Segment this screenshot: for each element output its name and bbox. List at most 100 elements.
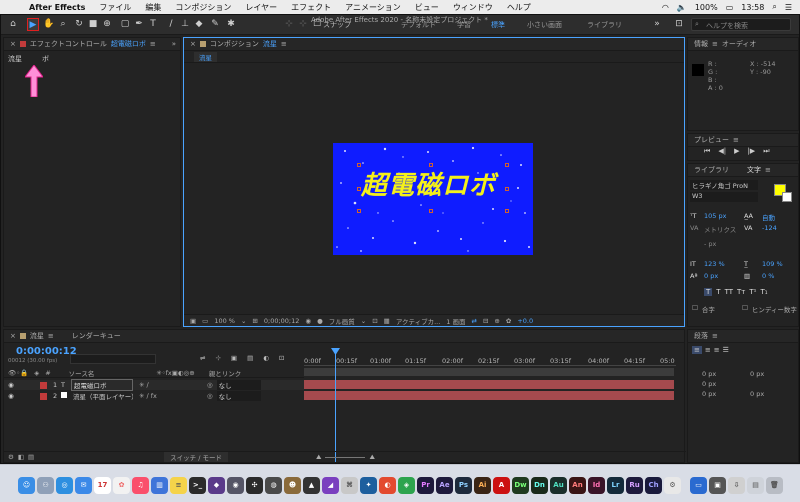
app-icon[interactable]: ▭ — [690, 477, 707, 494]
indent-left-value[interactable]: 0 px — [702, 370, 716, 378]
downloads-icon[interactable]: ⇩ — [728, 477, 745, 494]
camera-tool-icon[interactable]: ■ — [87, 18, 99, 31]
baseline-value[interactable]: 0 px — [704, 272, 718, 280]
visibility-icon[interactable]: ◉ — [4, 381, 18, 389]
parent-pick-whip-icon[interactable]: ◎ — [207, 381, 213, 389]
app-icon[interactable]: ◢ — [322, 477, 339, 494]
parent-dropdown[interactable]: なし — [216, 391, 261, 401]
panel-close-icon[interactable]: × — [10, 40, 16, 48]
app-icon[interactable]: ⌘ — [341, 477, 358, 494]
paragraph-menu-icon[interactable]: ≡ — [712, 332, 718, 340]
layer-switches[interactable]: ✳ ∕ fx — [133, 392, 207, 400]
prev-frame-icon[interactable]: ◀| — [718, 147, 726, 156]
rotate-tool-icon[interactable]: ↻ — [73, 18, 85, 31]
faux-italic-icon[interactable]: T — [716, 288, 720, 296]
calendar-icon[interactable]: 17 — [94, 477, 111, 494]
premiere-icon[interactable]: Pr — [417, 477, 434, 494]
layer-duration-bar[interactable] — [304, 391, 674, 400]
comp-close-icon[interactable]: × — [190, 40, 196, 48]
snapshot-icon[interactable]: ◉ — [305, 317, 311, 325]
exposure-icon[interactable]: ✿ — [506, 317, 511, 325]
app-icon[interactable]: ◈ — [398, 477, 415, 494]
mail-icon[interactable]: ✉ — [75, 477, 92, 494]
clone-stamp-tool-icon[interactable]: ⊥ — [179, 18, 191, 31]
justify-icon[interactable]: ☰ — [723, 346, 729, 354]
sync-settings-icon[interactable]: ⊡ — [673, 18, 685, 31]
panel-overflow-icon[interactable]: » — [172, 40, 180, 48]
puppet-tool-icon[interactable]: ✱ — [225, 18, 237, 31]
illustrator-icon[interactable]: Ai — [474, 477, 491, 494]
font-family-dropdown[interactable]: ヒラギノ角ゴ ProN — [690, 180, 758, 190]
workspace-standard[interactable]: 標準 — [491, 20, 505, 30]
transform-handle[interactable] — [357, 163, 361, 167]
menu-composition[interactable]: コンポジション — [168, 2, 238, 13]
rectangle-tool-icon[interactable]: ▢ — [119, 18, 131, 31]
zoom-chevron-icon[interactable]: ⌄ — [241, 317, 246, 325]
timeline-lock-icon[interactable] — [19, 333, 26, 339]
audition-icon[interactable]: Au — [550, 477, 567, 494]
hindi-checkbox-icon[interactable]: ☐ — [742, 304, 748, 314]
info-tab[interactable]: 情報 — [694, 39, 708, 49]
app-icon[interactable]: ◐ — [379, 477, 396, 494]
shy-icon[interactable]: ▣ — [231, 354, 237, 362]
panel-menu-icon[interactable]: ≡ — [150, 40, 156, 48]
font-size-value[interactable]: 105 px — [704, 212, 726, 220]
timeline-menu-icon[interactable]: ≡ — [48, 332, 54, 340]
indent-first-value[interactable]: 0 px — [702, 380, 716, 388]
work-area-bar[interactable] — [304, 368, 674, 376]
quality-chevron-icon[interactable]: ⌄ — [361, 317, 366, 325]
safari-icon[interactable]: ◎ — [56, 477, 73, 494]
app-icon[interactable]: ⚙ — [664, 477, 681, 494]
panel-lock-icon[interactable] — [19, 41, 26, 47]
acrobat-icon[interactable]: A — [493, 477, 510, 494]
indesign-icon[interactable]: Id — [588, 477, 605, 494]
trash-icon[interactable]: 🗑 — [766, 477, 783, 494]
app-icon[interactable]: ✣ — [246, 477, 263, 494]
rush-icon[interactable]: Ru — [626, 477, 643, 494]
layer-label-color[interactable] — [40, 392, 47, 400]
composition-frame[interactable]: 超電磁ロボ — [333, 143, 533, 255]
finder-icon[interactable]: ☺ — [18, 477, 35, 494]
workspace-learn[interactable]: 学習 — [457, 20, 471, 30]
launchpad-icon[interactable]: ⚇ — [37, 477, 54, 494]
mask-visibility-icon[interactable]: ▭ — [202, 317, 208, 325]
app-menu[interactable]: After Effects — [22, 3, 92, 12]
type-tool-icon[interactable]: T — [147, 18, 159, 31]
transform-handle[interactable] — [429, 209, 433, 213]
kerning-value[interactable]: メトリクス — [704, 224, 736, 234]
downloads-stack-icon[interactable]: ▤ — [747, 477, 764, 494]
frame-blend-icon[interactable]: ▤ — [247, 354, 253, 362]
exposure-value[interactable]: +0.0 — [517, 317, 533, 325]
transparency-grid-icon[interactable]: ▦ — [384, 317, 390, 325]
comp-flow-icon[interactable]: ⇌ — [200, 354, 205, 362]
pen-tool-icon[interactable]: ✒ — [133, 18, 145, 31]
layer-switches[interactable]: ✳ ∕ — [133, 381, 207, 389]
menu-view[interactable]: ビュー — [408, 2, 446, 13]
menu-edit[interactable]: 編集 — [138, 2, 168, 13]
brush-tool-icon[interactable]: / — [165, 18, 177, 31]
play-icon[interactable]: ▶ — [734, 147, 739, 156]
snap-checkbox-icon[interactable]: ☐ — [311, 18, 323, 31]
comp-lock-icon[interactable] — [199, 41, 206, 47]
animate-icon[interactable]: An — [569, 477, 586, 494]
more-workspaces-icon[interactable]: » — [651, 18, 663, 31]
flowchart-icon[interactable]: ⊕ — [494, 317, 499, 325]
in-out-toggle-icon[interactable]: ▤ — [28, 453, 34, 461]
tracking-value[interactable]: -124 — [762, 224, 777, 232]
volume-icon[interactable]: 🔈 — [677, 3, 687, 12]
after-effects-icon[interactable]: Ae — [436, 477, 453, 494]
align-right-icon[interactable]: ≡ — [714, 346, 720, 354]
app-icon[interactable]: ◍ — [265, 477, 282, 494]
terminal-icon[interactable]: >_ — [189, 477, 206, 494]
timeline-close-icon[interactable]: × — [10, 332, 16, 340]
timecode-display[interactable]: 0;00;00;12 — [264, 317, 300, 325]
paragraph-title[interactable]: 段落 — [694, 331, 708, 341]
axis-world-icon[interactable]: ⊹ — [297, 18, 309, 31]
layer-name[interactable]: 流星（平面レイヤー） — [71, 391, 133, 401]
indent-right-value[interactable]: 0 px — [750, 370, 764, 378]
align-center-icon[interactable]: ≡ — [705, 346, 711, 354]
align-left-icon[interactable]: ≡ — [692, 346, 702, 354]
playhead[interactable] — [335, 352, 336, 462]
keynote-icon[interactable]: ▥ — [151, 477, 168, 494]
transform-handle[interactable] — [357, 209, 361, 213]
